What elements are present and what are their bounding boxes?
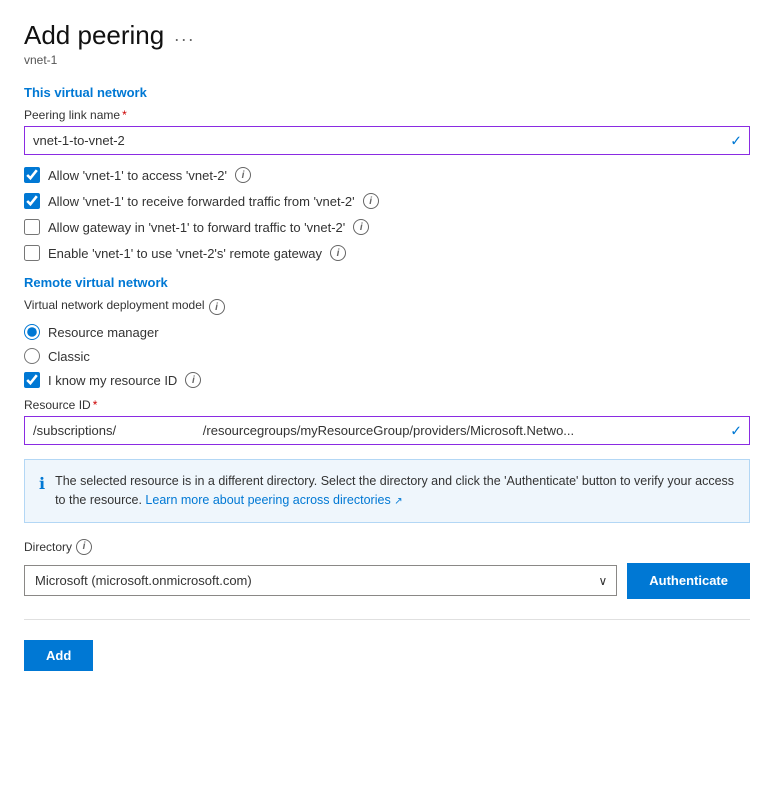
info-box-link[interactable]: Learn more about peering across director… [145, 493, 402, 507]
checkbox-remote-gateway-input[interactable] [24, 245, 40, 261]
checkbox-forwarded-traffic-label: Allow 'vnet-1' to receive forwarded traf… [48, 194, 355, 209]
radio-resource-manager: Resource manager [24, 324, 750, 340]
page-title-dots: ... [174, 25, 195, 46]
checkbox-gateway-forward-info-icon[interactable]: i [353, 219, 369, 235]
directory-info-box: ℹ The selected resource is in a differen… [24, 459, 750, 523]
deployment-model-info-icon[interactable]: i [209, 299, 225, 315]
directory-row: Microsoft (microsoft.onmicrosoft.com) ∨ … [24, 563, 750, 599]
checkbox-allow-access: Allow 'vnet-1' to access 'vnet-2' i [24, 167, 750, 183]
checkbox-allow-access-info-icon[interactable]: i [235, 167, 251, 183]
checkbox-remote-gateway: Enable 'vnet-1' to use 'vnet-2's' remote… [24, 245, 750, 261]
this-virtual-network-label: This virtual network [24, 85, 750, 100]
checkbox-gateway-forward-label: Allow gateway in 'vnet-1' to forward tra… [48, 220, 345, 235]
add-button[interactable]: Add [24, 640, 93, 671]
radio-resource-manager-label: Resource manager [48, 325, 159, 340]
radio-classic-input[interactable] [24, 348, 40, 364]
directory-select[interactable]: Microsoft (microsoft.onmicrosoft.com) [24, 565, 617, 596]
checkbox-allow-access-label: Allow 'vnet-1' to access 'vnet-2' [48, 168, 227, 183]
checkbox-know-resource-id-input[interactable] [24, 372, 40, 388]
checkbox-gateway-forward: Allow gateway in 'vnet-1' to forward tra… [24, 219, 750, 235]
checkbox-forwarded-traffic-input[interactable] [24, 193, 40, 209]
input-valid-icon: ✓ [730, 132, 742, 149]
breadcrumb: vnet-1 [24, 53, 750, 67]
external-link-icon: ↗ [394, 496, 402, 507]
info-box-icon: ℹ [39, 473, 45, 497]
info-box-content: The selected resource is in a different … [55, 472, 735, 510]
remote-virtual-network-label: Remote virtual network [24, 275, 750, 290]
resource-id-field-label: Resource ID* [24, 398, 750, 412]
radio-classic-label: Classic [48, 349, 90, 364]
checkbox-remote-gateway-info-icon[interactable]: i [330, 245, 346, 261]
peering-link-name-wrapper: ✓ [24, 126, 750, 155]
radio-classic: Classic [24, 348, 750, 364]
resource-id-wrapper: ✓ [24, 416, 750, 445]
peering-link-name-label: Peering link name* [24, 108, 750, 122]
checkbox-allow-access-input[interactable] [24, 167, 40, 183]
checkbox-know-resource-id-info-icon[interactable]: i [185, 372, 201, 388]
checkbox-know-resource-id: I know my resource ID i [24, 372, 750, 388]
directory-label: Directory i [24, 539, 750, 555]
directory-info-icon[interactable]: i [76, 539, 92, 555]
resource-id-input[interactable] [24, 416, 750, 445]
checkbox-gateway-forward-input[interactable] [24, 219, 40, 235]
bottom-divider [24, 619, 750, 620]
checkbox-know-resource-id-label: I know my resource ID [48, 373, 177, 388]
checkbox-remote-gateway-label: Enable 'vnet-1' to use 'vnet-2's' remote… [48, 246, 322, 261]
page-title: Add peering [24, 20, 164, 51]
deployment-model-label: Virtual network deployment model [24, 298, 205, 312]
radio-resource-manager-input[interactable] [24, 324, 40, 340]
directory-select-wrapper: Microsoft (microsoft.onmicrosoft.com) ∨ [24, 565, 617, 596]
checkbox-forwarded-traffic-info-icon[interactable]: i [363, 193, 379, 209]
peering-link-name-input[interactable] [24, 126, 750, 155]
authenticate-button[interactable]: Authenticate [627, 563, 750, 599]
resource-id-valid-icon: ✓ [730, 422, 742, 439]
checkbox-forwarded-traffic: Allow 'vnet-1' to receive forwarded traf… [24, 193, 750, 209]
